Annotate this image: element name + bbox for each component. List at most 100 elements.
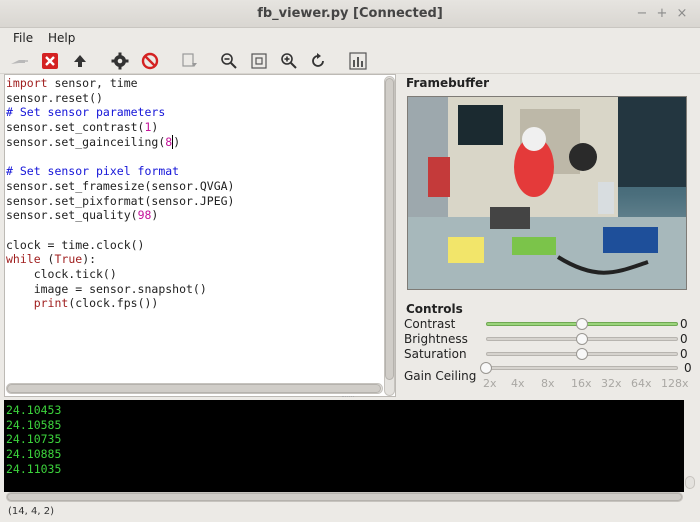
export-icon bbox=[182, 53, 197, 67]
stop-script-button[interactable] bbox=[139, 50, 161, 72]
code-token: clock = time.clock() bbox=[6, 237, 145, 252]
code-token: image = sensor.snapshot() bbox=[6, 281, 207, 296]
code-token: sensor.reset() bbox=[6, 90, 103, 105]
code-token: while bbox=[6, 252, 41, 267]
code-token: ) bbox=[172, 134, 181, 149]
gain-tick-label: 32x bbox=[601, 377, 622, 390]
controls-label: Controls bbox=[406, 302, 463, 316]
code-line: sensor.set_quality(98) bbox=[6, 208, 382, 223]
terminal-line: 24.10735 bbox=[6, 432, 62, 447]
menu-bar bbox=[0, 28, 700, 48]
no-entry-icon bbox=[141, 52, 159, 70]
brightness-slider-handle[interactable] bbox=[576, 333, 588, 345]
zoom-out-button[interactable] bbox=[218, 50, 240, 72]
code-line: # Set sensor parameters bbox=[6, 105, 382, 120]
stop-icon bbox=[42, 53, 58, 69]
code-token: sensor.set_gainceiling( bbox=[6, 134, 166, 149]
code-token: (clock.fps()) bbox=[68, 296, 159, 311]
code-line: while (True): bbox=[6, 252, 382, 267]
code-token: # Set sensor parameters bbox=[6, 105, 166, 120]
code-token: ) bbox=[151, 208, 159, 223]
code-line: # Set sensor pixel format bbox=[6, 164, 382, 179]
saturation-slider-handle[interactable] bbox=[576, 348, 588, 360]
slider-label: Contrast bbox=[404, 317, 456, 331]
minimize-button[interactable]: − bbox=[634, 6, 650, 22]
terminal-hscroll-thumb[interactable] bbox=[7, 493, 682, 501]
code-line: clock.tick() bbox=[6, 267, 382, 282]
settings-button[interactable] bbox=[109, 50, 131, 72]
disconnect-button[interactable] bbox=[39, 50, 61, 72]
close-button[interactable]: × bbox=[674, 6, 690, 22]
framebuffer-label: Framebuffer bbox=[406, 76, 489, 90]
histogram-icon bbox=[349, 52, 367, 70]
terminal-output: 24.10453 24.10585 24.10735 24.10885 24.11035 bbox=[6, 403, 61, 477]
fit-icon bbox=[251, 53, 267, 69]
code-line: sensor.set_gainceiling(8) bbox=[6, 134, 382, 150]
code-token: sensor.set_framesize(sensor.QVGA) bbox=[6, 178, 235, 193]
code-token: ) bbox=[151, 120, 159, 135]
code-line: print(clock.fps()) bbox=[6, 296, 382, 311]
code-token: 98 bbox=[137, 208, 152, 223]
code-token: import bbox=[6, 76, 48, 90]
contrast-value: 0 bbox=[680, 317, 688, 331]
window-title: fb_viewer.py [Connected] bbox=[257, 6, 443, 21]
code-line: import sensor, time bbox=[6, 76, 382, 91]
code-line: sensor.reset() bbox=[6, 91, 382, 106]
zoom-reset-button[interactable] bbox=[307, 50, 329, 72]
code-line: sensor.set_pixformat(sensor.JPEG) bbox=[6, 194, 382, 209]
zoom-fit-button[interactable] bbox=[248, 50, 270, 72]
run-button[interactable] bbox=[69, 50, 91, 72]
saturation-value: 0 bbox=[680, 347, 688, 361]
connect-button[interactable] bbox=[8, 50, 30, 72]
gain-tick-label: 8x bbox=[541, 377, 555, 390]
editor-vscroll-thumb[interactable] bbox=[385, 78, 394, 380]
status-bar: (14, 4, 2) bbox=[8, 506, 54, 517]
code-line: image = sensor.snapshot() bbox=[6, 282, 382, 297]
code-token: sensor, time bbox=[47, 76, 138, 90]
terminal-line: 24.10453 bbox=[6, 403, 62, 417]
reset-icon bbox=[312, 53, 324, 67]
code-token: clock.tick() bbox=[6, 266, 117, 281]
plug-icon bbox=[11, 60, 28, 64]
code-token: ( bbox=[40, 252, 55, 267]
code-token: # Set sensor pixel format bbox=[6, 164, 180, 179]
terminal-line: 24.10585 bbox=[6, 417, 62, 432]
code-line: sensor.set_framesize(sensor.QVGA) bbox=[6, 179, 382, 194]
gain-ceiling-slider[interactable] bbox=[486, 366, 678, 370]
gear-icon bbox=[111, 52, 129, 70]
code-token: print bbox=[33, 296, 69, 311]
gain-tick-label: 128x bbox=[661, 377, 689, 390]
editor-hscroll-thumb[interactable] bbox=[7, 384, 381, 393]
terminal-vscrollbar[interactable] bbox=[685, 476, 695, 489]
code-line: clock = time.clock() bbox=[6, 238, 382, 253]
zoom-in-icon bbox=[281, 53, 297, 69]
gain-tick-label: 4x bbox=[511, 377, 525, 390]
brightness-value: 0 bbox=[680, 332, 688, 346]
code-line: sensor.set_contrast(1) bbox=[6, 120, 382, 135]
zoom-in-button[interactable] bbox=[278, 50, 300, 72]
zoom-out-icon bbox=[221, 53, 237, 69]
code-token: ): bbox=[82, 252, 97, 267]
histogram-button[interactable] bbox=[347, 50, 369, 72]
menu-file[interactable]: File bbox=[13, 28, 33, 48]
gain-ceiling-value: 0 bbox=[684, 361, 692, 375]
code-token: sensor.set_contrast( bbox=[6, 120, 145, 135]
menu-help[interactable]: Help bbox=[48, 28, 75, 48]
code-token: sensor.set_quality( bbox=[6, 208, 138, 223]
framebuffer-image bbox=[407, 96, 687, 290]
gain-tick-label: 64x bbox=[631, 377, 652, 390]
slider-label: Saturation bbox=[404, 347, 467, 361]
gain-ceiling-slider-handle[interactable] bbox=[480, 362, 492, 374]
slider-label: Brightness bbox=[404, 332, 468, 346]
contrast-slider-handle[interactable] bbox=[576, 318, 588, 330]
terminal-line: 24.11035 bbox=[6, 461, 62, 476]
save-frame-button[interactable] bbox=[178, 50, 200, 72]
maximize-button[interactable]: + bbox=[654, 6, 670, 22]
serial-terminal[interactable] bbox=[4, 400, 684, 492]
code-lines: import sensor, time sensor.reset() # Set s… bbox=[6, 76, 382, 311]
gain-ceiling-label: Gain Ceiling bbox=[404, 369, 477, 383]
code-token: sensor.set_pixformat(sensor.JPEG) bbox=[6, 193, 235, 208]
